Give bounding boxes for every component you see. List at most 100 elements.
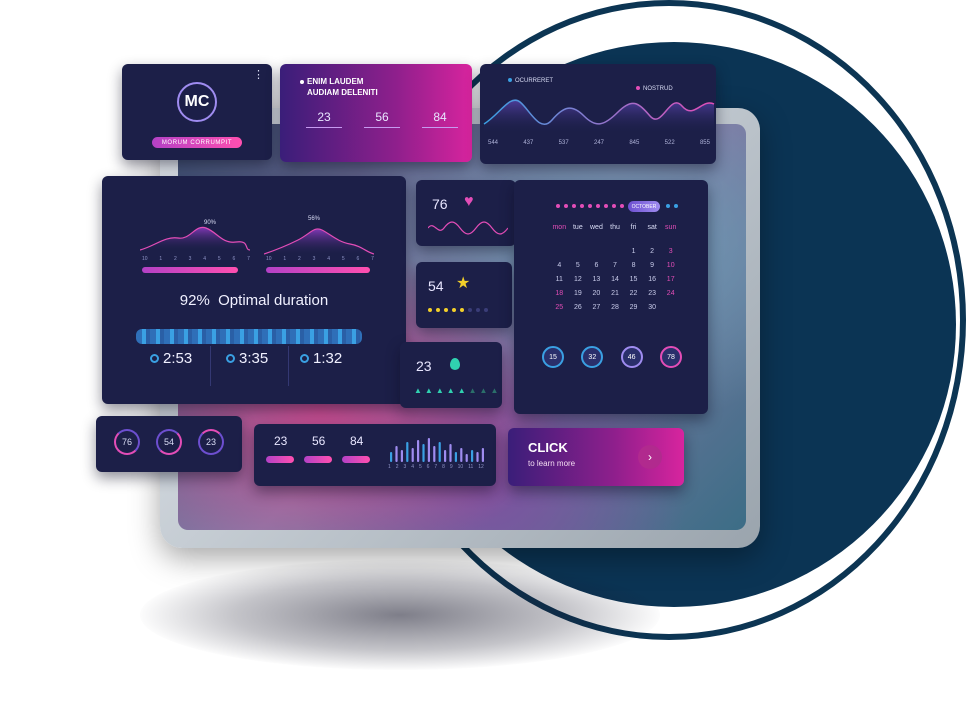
calendar-day[interactable]: 6	[587, 262, 606, 269]
calendar-day[interactable]: 17	[661, 276, 680, 283]
calendar-day[interactable]: 30	[643, 304, 662, 311]
avatar[interactable]: MC	[177, 82, 217, 122]
calendar-day[interactable]: 22	[624, 290, 643, 297]
summary-stat: 84	[418, 110, 462, 131]
calendar-day[interactable]: 16	[643, 276, 662, 283]
axis-value: 544	[488, 140, 499, 146]
calendar-day[interactable]: 26	[569, 304, 588, 311]
equalizer-bar	[390, 452, 393, 462]
calendar-day[interactable]: 24	[661, 290, 680, 297]
calendar-badge[interactable]: 32	[581, 346, 604, 368]
calendar-day[interactable]	[550, 248, 569, 255]
leaf-icon	[450, 358, 460, 370]
axis-value: 855	[699, 140, 710, 146]
progress-rings-card: 76 54 23	[96, 416, 242, 472]
clock-icon	[226, 354, 235, 363]
calendar-day[interactable]: 29	[624, 304, 643, 311]
calendar-day[interactable]: 11	[550, 276, 569, 283]
calendar-day[interactable]: 8	[624, 262, 643, 269]
calendar-day[interactable]: 12	[569, 276, 588, 283]
calendar-day[interactable]: 9	[643, 262, 662, 269]
drop-shadow	[140, 560, 660, 670]
equalizer-bar	[476, 452, 479, 462]
mountain-chart-left	[140, 226, 250, 251]
progress-pill	[142, 267, 238, 273]
avatar-initials: MC	[184, 93, 210, 110]
axis-value: 437	[523, 140, 534, 146]
timer: 2:53	[150, 350, 192, 367]
calendar-badges: 15 32 46 78	[542, 346, 682, 368]
duration-bar	[136, 329, 362, 344]
profile-card: MC ⋮ MORUM CORRUMPIT	[122, 64, 272, 160]
calendar-card: OCTOBER mon tue wed thu fri sat sun 123 456789…	[514, 180, 708, 414]
calendar-day[interactable]	[569, 248, 588, 255]
calendar-day[interactable]: 19	[569, 290, 588, 297]
calendar-day[interactable]: 4	[550, 262, 569, 269]
calendar-grid: 123 4 5 6 7 8 9 10 11 12 13 14 15 16 17 18 19 20 21 22 23…	[550, 248, 680, 311]
calendar-badge[interactable]: 15	[542, 346, 564, 368]
timer: 3:35	[226, 350, 268, 367]
equalizer-bar	[417, 440, 420, 462]
calendar-day[interactable]	[587, 248, 606, 255]
calendar-day[interactable]: 25	[550, 304, 569, 311]
equalizer-bar	[465, 454, 468, 462]
equalizer-bar	[422, 444, 425, 462]
clock-icon	[300, 354, 309, 363]
calendar-dots	[556, 204, 624, 208]
axis-value: 522	[664, 140, 675, 146]
stat-value: 23	[274, 434, 288, 448]
calendar-day[interactable]: 5	[569, 262, 588, 269]
equalizer-bar	[449, 444, 452, 462]
calendar-day[interactable]: 3	[661, 248, 680, 255]
calendar-day[interactable]: 28	[606, 304, 625, 311]
calendar-badge[interactable]: 46	[620, 346, 643, 368]
equalizer-chart	[390, 438, 484, 462]
axis-value: 537	[558, 140, 569, 146]
calendar-day[interactable]	[606, 248, 625, 255]
eco-value: 23	[416, 358, 432, 374]
calendar-day[interactable]: 21	[606, 290, 625, 297]
stats-bars-card: 23 56 84 1 2 3 4 5 6 7 8 9 10 11 12	[254, 424, 496, 486]
pulse-line	[428, 221, 508, 235]
calendar-day[interactable]: 14	[606, 276, 625, 283]
tree-row: ▲ ▲ ▲ ▲ ▲ ▲ ▲ ▲	[414, 386, 499, 395]
star-icon: ★	[456, 275, 471, 292]
equalizer-bar	[400, 450, 403, 462]
chevron-right-icon[interactable]: ›	[638, 445, 662, 469]
calendar-day[interactable]: 27	[587, 304, 606, 311]
calendar-day[interactable]: 23	[643, 290, 662, 297]
wave-chart	[483, 99, 715, 134]
profile-badge: MORUM CORRUMPIT	[152, 137, 242, 148]
progress-ring: 76	[114, 429, 140, 455]
calendar-day[interactable]: 13	[587, 276, 606, 283]
heart-rate-card: 76 ♥	[416, 180, 516, 246]
eco-card: 23 ▲ ▲ ▲ ▲ ▲ ▲ ▲ ▲	[400, 342, 502, 408]
calendar-day[interactable]: 7	[606, 262, 625, 269]
duration-headline: 92% Optimal duration	[179, 292, 329, 309]
calendar-dots	[666, 204, 678, 208]
peak-label: 56%	[308, 216, 321, 222]
rating-value: 54	[428, 278, 444, 294]
calendar-badge[interactable]: 78	[659, 346, 682, 368]
calendar-day[interactable]	[661, 304, 680, 311]
equalizer-bar	[395, 446, 398, 462]
stat-value: 84	[350, 434, 364, 448]
clock-icon	[150, 354, 159, 363]
cta-button[interactable]: CLICK to learn more ›	[508, 428, 684, 486]
progress-ring: 23	[198, 429, 224, 455]
summary-title-1: ENIM LAUDEM	[307, 77, 364, 86]
progress-pill	[266, 267, 370, 273]
calendar-day[interactable]: 18	[550, 290, 569, 297]
calendar-day[interactable]: 20	[587, 290, 606, 297]
kebab-menu-icon[interactable]: ⋮	[253, 70, 264, 81]
calendar-day[interactable]: 10	[661, 262, 680, 269]
rating-dots	[428, 308, 488, 312]
month-pill[interactable]: OCTOBER	[628, 201, 660, 212]
stat-pill	[266, 456, 294, 463]
equalizer-bar	[454, 452, 457, 462]
calendar-day[interactable]: 2	[643, 248, 662, 255]
stat-pill	[342, 456, 370, 463]
summary-title-2: AUDIAM DELENITI	[307, 88, 378, 97]
calendar-day[interactable]: 1	[624, 248, 643, 255]
calendar-day[interactable]: 15	[624, 276, 643, 283]
